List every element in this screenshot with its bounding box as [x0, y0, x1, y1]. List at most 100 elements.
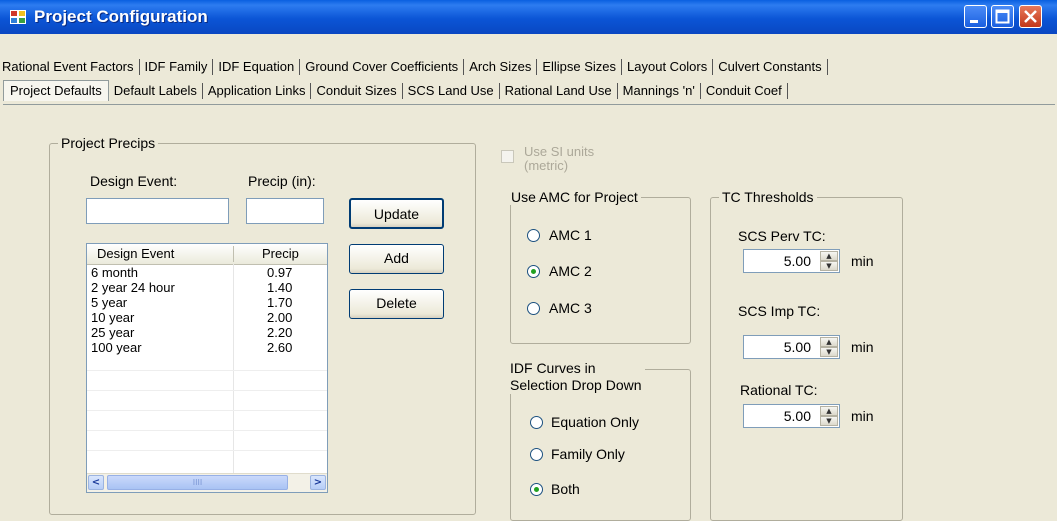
- idf-curves-label-line1: IDF Curves in: [510, 360, 596, 376]
- tab-ground-cover-coefficients[interactable]: Ground Cover Coefficients: [300, 59, 465, 75]
- tab-conduit-coef[interactable]: Conduit Coef: [701, 83, 788, 99]
- both-radio[interactable]: [530, 483, 543, 496]
- spin-down-icon[interactable]: ▼: [820, 416, 838, 426]
- spin-up-icon[interactable]: ▲: [820, 251, 838, 261]
- precip-input[interactable]: [246, 198, 324, 224]
- tc-thresholds-group: TC Thresholds: [710, 189, 903, 521]
- cell-event: 2 year 24 hour: [91, 280, 175, 295]
- si-units-checkbox[interactable]: [501, 150, 514, 163]
- close-button[interactable]: [1019, 5, 1042, 28]
- scroll-left-arrow-icon[interactable]: <: [88, 475, 104, 490]
- window-title: Project Configuration: [34, 7, 208, 26]
- scs-imp-tc-unit: min: [851, 339, 874, 355]
- equation-only-radio[interactable]: [530, 416, 543, 429]
- tab-rational-land-use[interactable]: Rational Land Use: [500, 83, 618, 99]
- family-only-label[interactable]: Family Only: [551, 446, 625, 462]
- equation-only-label[interactable]: Equation Only: [551, 414, 639, 430]
- tab-project-defaults[interactable]: Project Defaults: [3, 80, 109, 101]
- cell-precip: 2.00: [267, 310, 293, 325]
- tab-scs-land-use[interactable]: SCS Land Use: [403, 83, 500, 99]
- tc-thresholds-label: TC Thresholds: [719, 189, 817, 205]
- rational-tc-label: Rational TC:: [740, 382, 818, 398]
- table-row[interactable]: 2 year 24 hour 1.40: [87, 280, 327, 295]
- tab-mannings-n[interactable]: Mannings 'n': [618, 83, 701, 99]
- tab-row-1: Rational Event Factors IDF Family IDF Equa…: [0, 55, 828, 79]
- amc3-radio[interactable]: [527, 302, 540, 315]
- scs-imp-tc-spinner[interactable]: 5.00 ▲ ▼: [743, 335, 840, 359]
- tab-idf-family[interactable]: IDF Family: [140, 59, 214, 75]
- tab-application-links[interactable]: Application Links: [203, 83, 312, 99]
- tab-pane-project-defaults: Project Precips Design Event: Precip (in…: [3, 104, 1055, 521]
- delete-button[interactable]: Delete: [349, 289, 444, 319]
- title-bar[interactable]: Project Configuration: [0, 0, 1057, 34]
- design-event-label: Design Event:: [90, 173, 178, 189]
- amc-group-label: Use AMC for Project: [508, 189, 641, 205]
- minimize-button[interactable]: [964, 5, 987, 28]
- both-label[interactable]: Both: [551, 481, 580, 497]
- scs-imp-tc-value[interactable]: 5.00: [784, 339, 811, 355]
- table-row[interactable]: 25 year 2.20: [87, 325, 327, 340]
- table-row[interactable]: 6 month 0.97: [87, 265, 327, 280]
- column-header-precip[interactable]: Precip: [262, 246, 299, 261]
- rational-tc-unit: min: [851, 408, 874, 424]
- table-row[interactable]: 10 year 2.00: [87, 310, 327, 325]
- idf-curves-label-line2: Selection Drop Down: [510, 377, 642, 393]
- minimize-icon: [970, 20, 978, 23]
- family-only-radio[interactable]: [530, 448, 543, 461]
- tab-layout-colors[interactable]: Layout Colors: [622, 59, 714, 75]
- amc2-label[interactable]: AMC 2: [549, 263, 592, 279]
- cell-event: 10 year: [91, 310, 135, 325]
- cell-precip: 2.20: [267, 325, 293, 340]
- cell-event: 25 year: [91, 325, 135, 340]
- maximize-icon: [995, 9, 1010, 24]
- scs-perv-tc-value[interactable]: 5.00: [784, 253, 811, 269]
- tab-rational-event-factors[interactable]: Rational Event Factors: [0, 59, 140, 75]
- cell-precip: 1.70: [267, 295, 293, 310]
- si-units-label: Use SI units (metric): [524, 145, 594, 173]
- tab-conduit-sizes[interactable]: Conduit Sizes: [311, 83, 403, 99]
- scroll-thumb[interactable]: IIII: [107, 475, 288, 490]
- table-row[interactable]: 5 year 1.70: [87, 295, 327, 310]
- spin-down-icon[interactable]: ▼: [820, 261, 838, 271]
- cell-precip: 0.97: [267, 265, 293, 280]
- cell-event: 100 year: [91, 340, 142, 355]
- cell-event: 5 year: [91, 295, 128, 310]
- add-button[interactable]: Add: [349, 244, 444, 274]
- amc2-radio[interactable]: [527, 265, 540, 278]
- precips-listview[interactable]: Design Event Precip 6 month 0.97 2 year 2…: [86, 243, 328, 493]
- project-precips-label: Project Precips: [58, 135, 159, 151]
- scroll-right-arrow-icon[interactable]: >: [310, 475, 326, 490]
- tab-idf-equation[interactable]: IDF Equation: [213, 59, 301, 75]
- table-row[interactable]: 100 year 2.60: [87, 340, 327, 355]
- spin-up-icon[interactable]: ▲: [820, 337, 838, 347]
- si-units-label-line1: Use SI units: [524, 144, 595, 159]
- amc1-radio[interactable]: [527, 229, 540, 242]
- app-grid-icon: [10, 10, 26, 24]
- scs-imp-tc-label: SCS Imp TC:: [738, 303, 821, 319]
- close-icon: [1024, 10, 1037, 23]
- cell-event: 6 month: [91, 265, 138, 280]
- amc1-label[interactable]: AMC 1: [549, 227, 592, 243]
- maximize-button[interactable]: [991, 5, 1014, 28]
- rational-tc-spinner[interactable]: 5.00 ▲ ▼: [743, 404, 840, 428]
- update-button[interactable]: Update: [349, 198, 444, 229]
- scs-perv-tc-spinner[interactable]: 5.00 ▲ ▼: [743, 249, 840, 273]
- tab-default-labels[interactable]: Default Labels: [109, 83, 203, 99]
- amc3-label[interactable]: AMC 3: [549, 300, 592, 316]
- tab-arch-sizes[interactable]: Arch Sizes: [464, 59, 538, 75]
- idf-curves-group-label: IDF Curves in Selection Drop Down: [507, 360, 645, 394]
- tab-ellipse-sizes[interactable]: Ellipse Sizes: [537, 59, 623, 75]
- listview-hscrollbar[interactable]: < IIII >: [87, 473, 327, 492]
- column-header-design-event[interactable]: Design Event: [97, 246, 174, 261]
- si-units-label-line2: (metric): [524, 158, 569, 173]
- listview-header: Design Event Precip: [87, 244, 327, 265]
- idf-curves-group: IDF Curves in Selection Drop Down: [507, 360, 691, 521]
- rational-tc-value[interactable]: 5.00: [784, 408, 811, 424]
- scs-perv-tc-label: SCS Perv TC:: [738, 228, 826, 244]
- tab-row-2: Project Defaults Default Labels Applicatio…: [0, 79, 788, 103]
- spin-down-icon[interactable]: ▼: [820, 347, 838, 357]
- tab-culvert-constants[interactable]: Culvert Constants: [713, 59, 828, 75]
- spin-up-icon[interactable]: ▲: [820, 406, 838, 416]
- design-event-input[interactable]: [86, 198, 229, 224]
- cell-precip: 1.40: [267, 280, 293, 295]
